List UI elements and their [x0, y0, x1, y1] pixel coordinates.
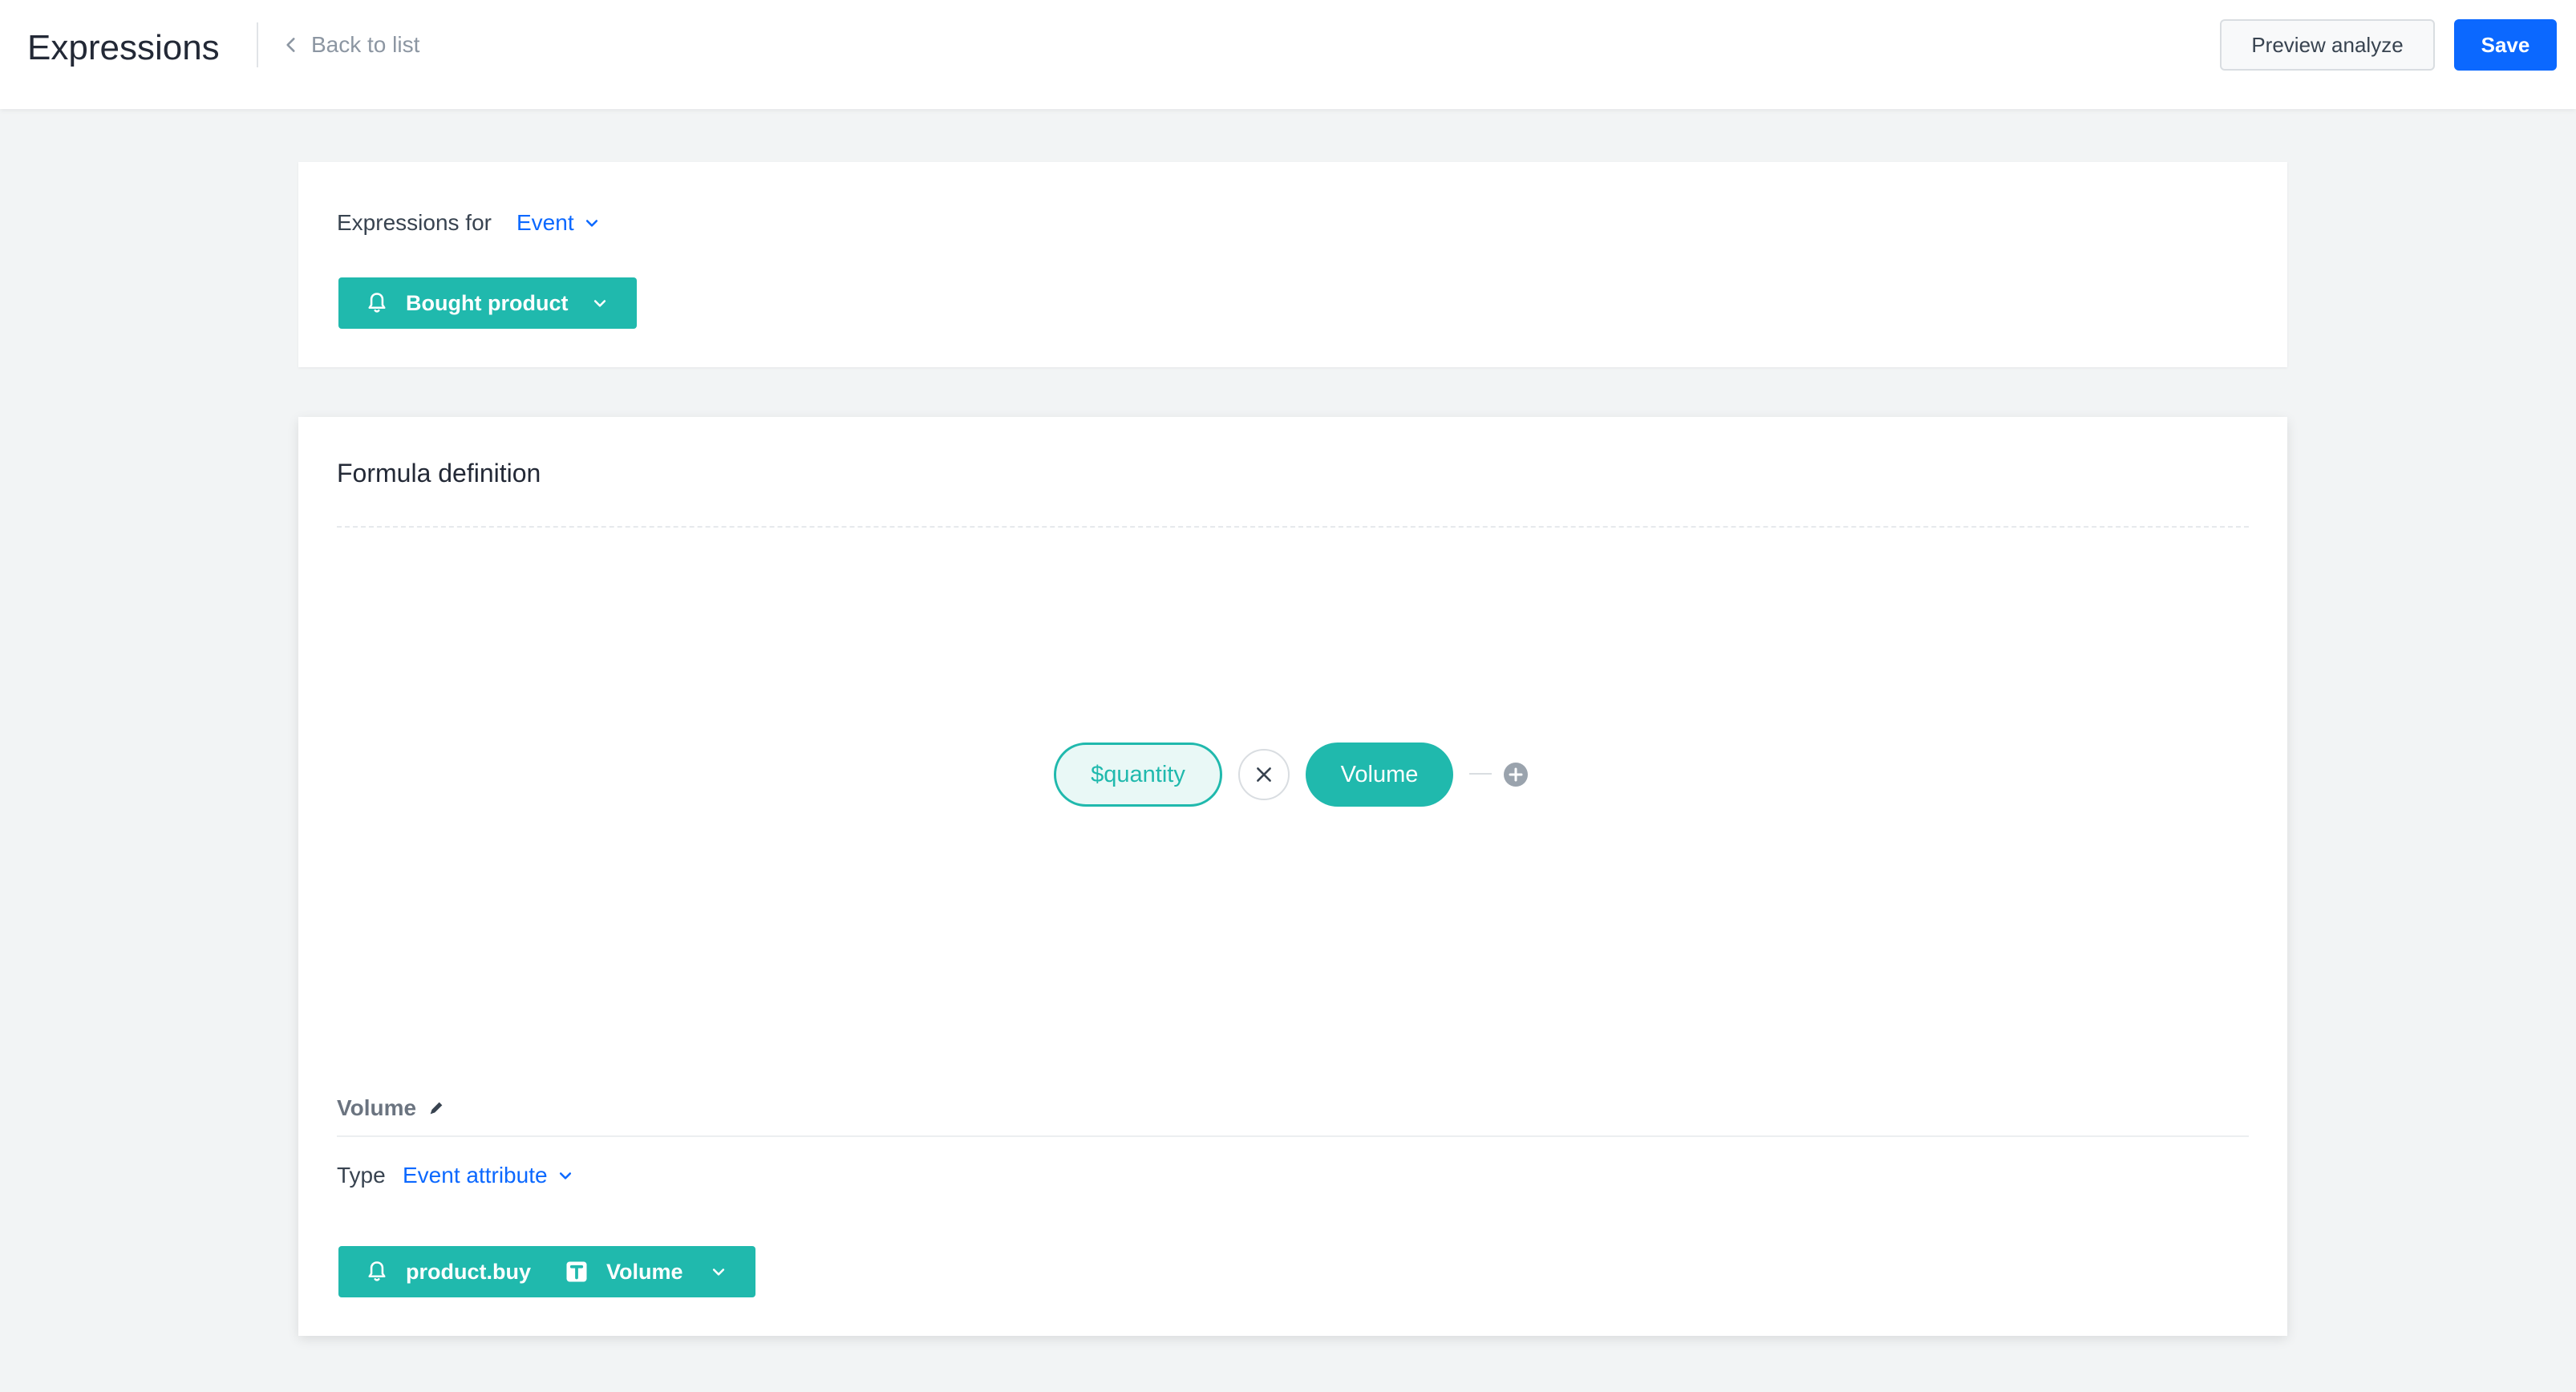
header-divider [257, 22, 258, 67]
formula-token-volume[interactable]: Volume [1306, 743, 1453, 807]
event-attribute-select-button[interactable]: product.buy Volume [338, 1246, 755, 1297]
plus-circle-icon[interactable] [1503, 762, 1529, 787]
expressions-for-label: Expressions for [337, 210, 492, 235]
formula-definition-card: Formula definition $quantity Volume Volu… [298, 417, 2287, 1336]
formula-definition-title: Formula definition [337, 459, 541, 488]
multiply-operator-button[interactable] [1238, 749, 1290, 800]
chevron-down-icon [592, 295, 608, 311]
variable-divider [337, 1135, 2249, 1137]
bell-icon [366, 1260, 388, 1284]
event-name-label: product.buy [406, 1259, 531, 1284]
expressions-for-value: Event [516, 210, 574, 235]
expressions-for-dropdown[interactable]: Event [516, 207, 600, 239]
event-select-label: Bought product [406, 290, 569, 315]
top-header: Expressions Back to list Preview analyze… [0, 0, 2576, 109]
variable-name: Volume [337, 1095, 417, 1120]
formula-token-quantity[interactable]: $quantity [1054, 743, 1222, 807]
section-divider [337, 526, 2249, 528]
variable-name-label: Volume [337, 1092, 445, 1124]
bell-icon [366, 291, 388, 315]
connector-line [1469, 773, 1492, 775]
expressions-for-card: Expressions for Event Bought product [298, 162, 2287, 367]
chevron-down-icon [711, 1264, 727, 1280]
chevron-left-icon [286, 38, 295, 52]
preview-analyze-button[interactable]: Preview analyze [2220, 19, 2435, 71]
save-button[interactable]: Save [2454, 19, 2557, 71]
back-to-list-link[interactable]: Back to list [281, 27, 419, 63]
type-label: Type [337, 1163, 386, 1188]
page-title: Expressions [27, 28, 220, 67]
type-dropdown[interactable]: Event attribute [403, 1159, 573, 1192]
chevron-down-icon [559, 1172, 571, 1180]
event-select-button[interactable]: Bought product [338, 277, 637, 329]
pencil-icon[interactable] [427, 1099, 445, 1117]
back-to-list-label: Back to list [311, 32, 420, 57]
multiply-icon [1257, 767, 1271, 782]
attribute-name-label: Volume [606, 1259, 683, 1284]
text-type-icon [565, 1260, 589, 1284]
type-value: Event attribute [403, 1163, 548, 1188]
chevron-down-icon [585, 220, 597, 227]
